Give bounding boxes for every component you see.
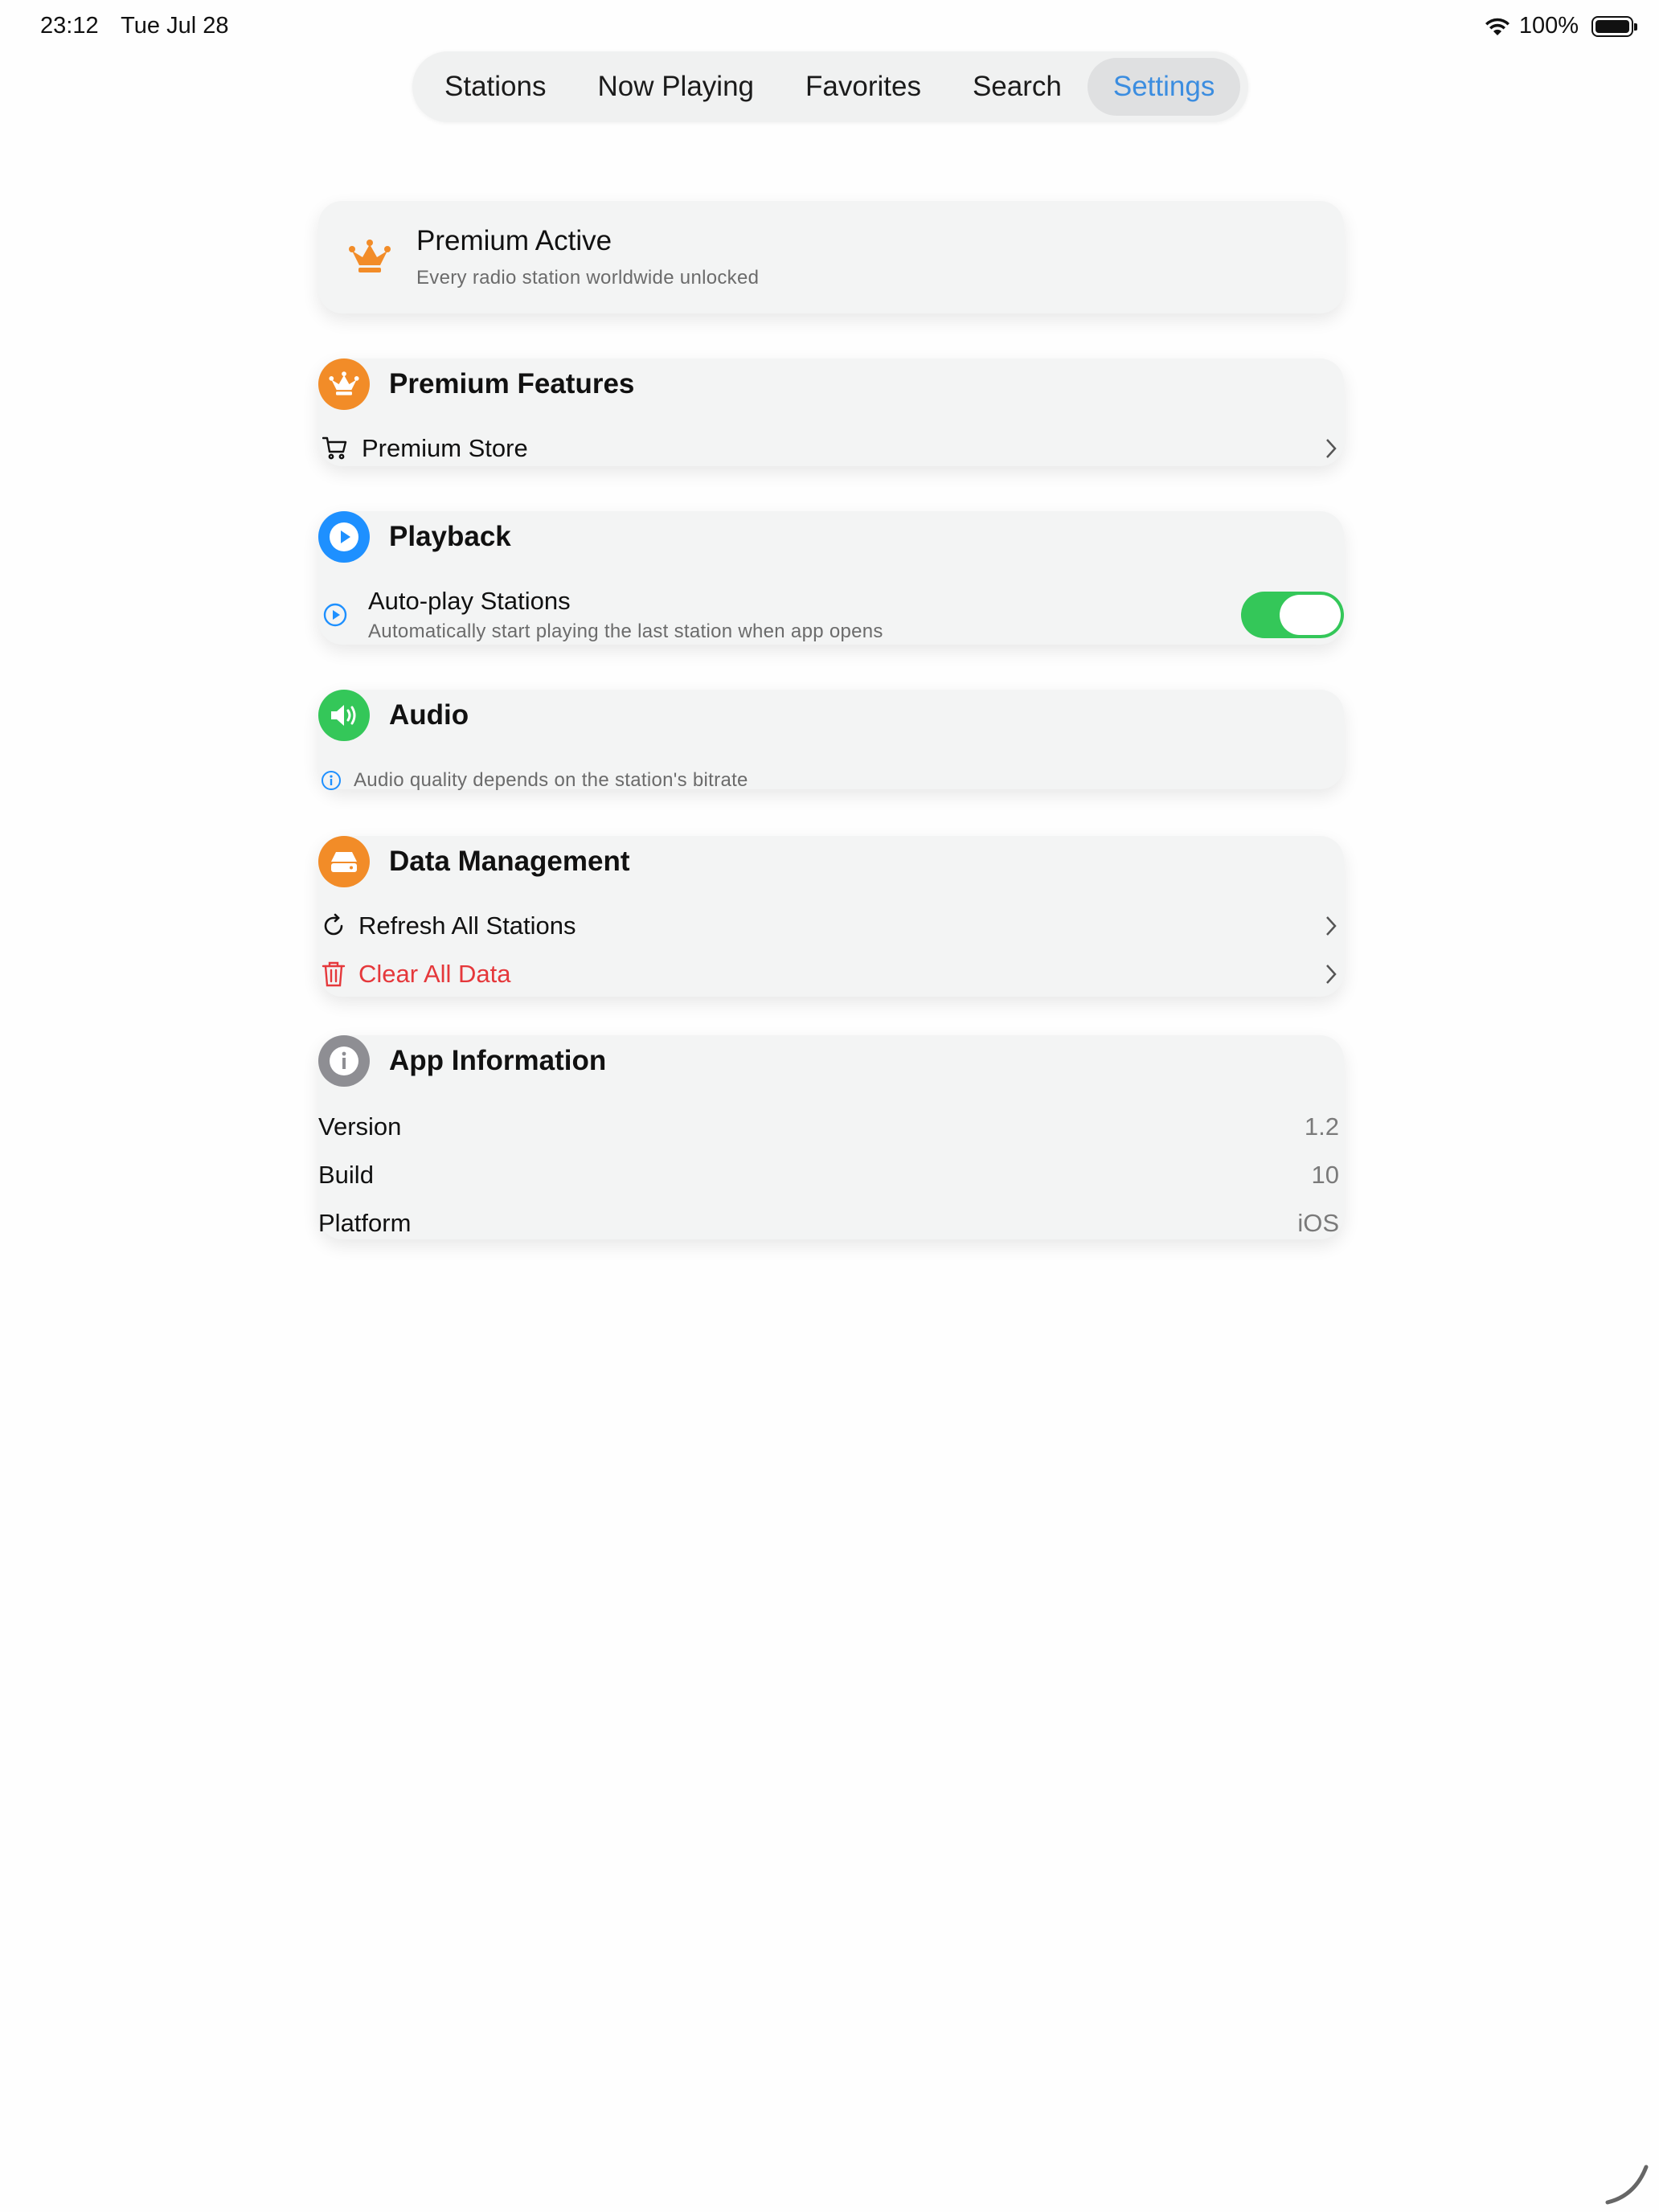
chevron-right-icon [1326,916,1337,936]
playback-section: Playback Auto-play Stations Automaticall… [318,511,1344,645]
premium-features-section: Premium Features Premium Store [318,358,1344,466]
autoplay-description: Automatically start playing the last sta… [368,621,883,642]
info-circle-filled-icon [318,1035,370,1087]
status-date: Tue Jul 28 [121,13,229,39]
autoplay-row: Auto-play Stations Automatically start p… [318,585,1344,645]
build-value: 10 [1311,1161,1339,1189]
status-time-date: 23:12 Tue Jul 28 [40,13,244,39]
data-management-section: Data Management Refresh All Stations Cle… [318,836,1344,997]
clear-data-label: Clear All Data [358,960,511,988]
top-tab-bar: Stations Now Playing Favorites Search Se… [412,51,1248,122]
crown-icon [349,240,391,272]
platform-label: Platform [318,1209,412,1237]
premium-features-title: Premium Features [389,368,635,399]
autoplay-label: Auto-play Stations [368,587,571,615]
build-label: Build [318,1161,374,1189]
cart-icon [322,435,349,462]
premium-store-label: Premium Store [362,434,528,462]
tab-settings[interactable]: Settings [1087,58,1241,116]
playback-title: Playback [389,521,511,552]
autoplay-toggle[interactable] [1241,592,1344,638]
audio-section: Audio Audio quality depends on the stati… [318,690,1344,791]
platform-value: iOS [1297,1209,1339,1237]
playback-header: Playback [318,511,511,563]
version-label: Version [318,1112,402,1141]
tab-stations[interactable]: Stations [419,58,571,116]
audio-header: Audio [318,690,469,741]
premium-banner-subtitle: Every radio station worldwide unlocked [416,267,760,289]
build-row: Build 10 [318,1157,1344,1193]
app-information-section: App Information Version 1.2 Build 10 Pla… [318,1035,1344,1239]
data-management-title: Data Management [389,846,630,877]
chevron-right-icon [1326,439,1337,458]
version-value: 1.2 [1304,1112,1339,1141]
drive-circle-icon [318,836,370,887]
battery-percent: 100% [1518,13,1579,39]
tab-search[interactable]: Search [947,58,1088,116]
status-time: 23:12 [40,13,99,39]
premium-store-row[interactable]: Premium Store [318,434,1344,463]
platform-row: Platform iOS [318,1206,1344,1241]
corner-grabber-icon[interactable] [1603,2159,1651,2207]
wifi-icon [1485,18,1509,35]
audio-note: Audio quality depends on the station's b… [354,769,748,791]
refresh-stations-row[interactable]: Refresh All Stations [318,908,1344,944]
chevron-right-icon [1326,965,1337,984]
premium-banner-title: Premium Active [416,225,612,256]
battery-icon [1591,15,1637,37]
play-outline-icon [322,601,349,629]
trash-icon [320,961,347,988]
version-row: Version 1.2 [318,1109,1344,1145]
tab-favorites[interactable]: Favorites [780,58,947,116]
info-circle-icon [320,767,342,794]
premium-active-banner: Premium Active Every radio station world… [318,201,1344,313]
audio-note-row: Audio quality depends on the station's b… [318,767,1344,794]
play-circle-icon [318,511,370,563]
refresh-stations-label: Refresh All Stations [358,911,576,940]
refresh-icon [320,912,347,940]
crown-circle-icon [318,358,370,410]
status-bar: 23:12 Tue Jul 28 100% [0,0,1659,51]
premium-features-header: Premium Features [318,358,634,410]
clear-data-row[interactable]: Clear All Data [318,956,1344,992]
tab-now-playing[interactable]: Now Playing [571,58,780,116]
app-information-title: App Information [389,1045,607,1076]
app-information-header: App Information [318,1035,606,1087]
speaker-circle-icon [318,690,370,741]
data-management-header: Data Management [318,836,630,887]
audio-title: Audio [389,699,469,731]
status-indicators: 100% [1484,13,1637,39]
